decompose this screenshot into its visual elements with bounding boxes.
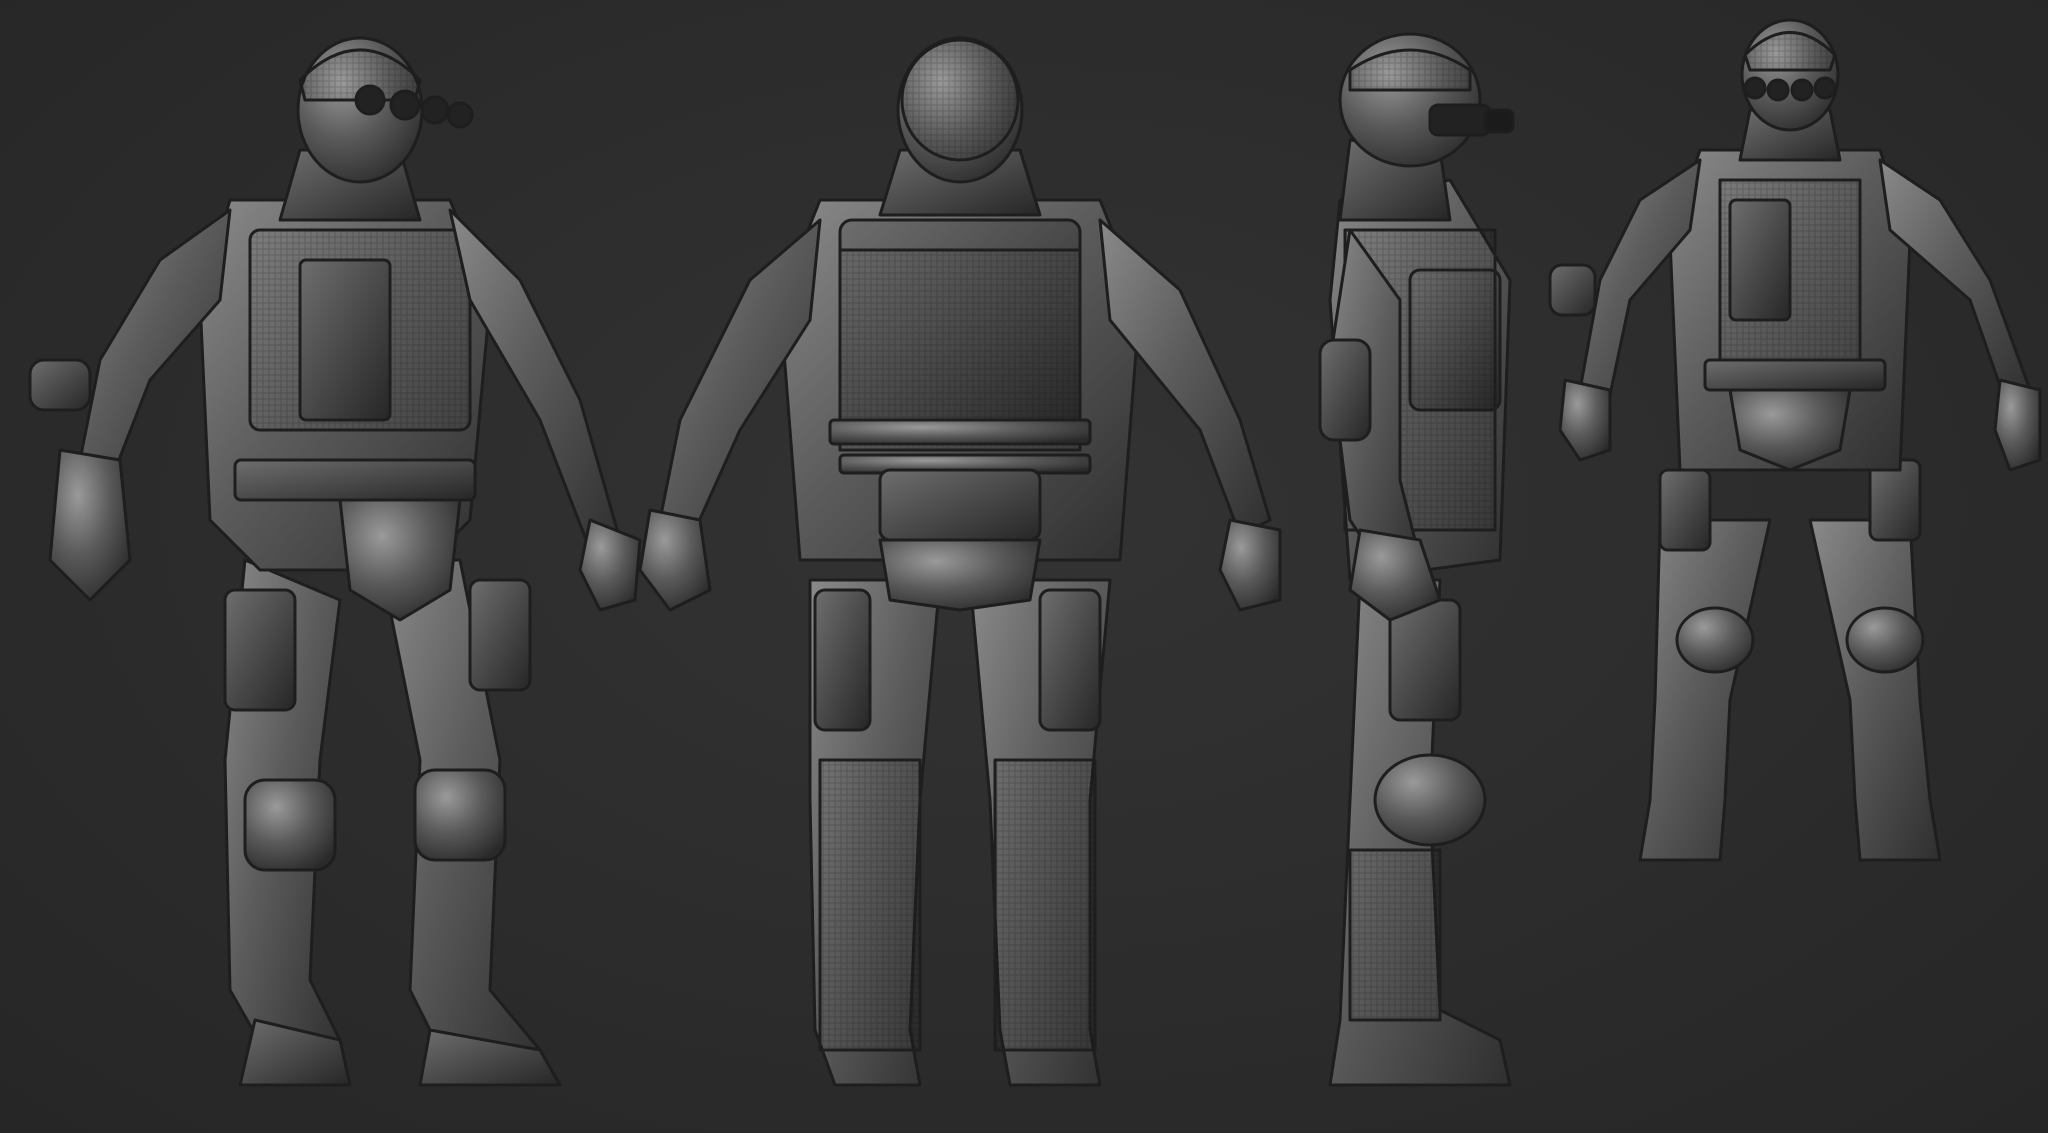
render-viewport <box>0 0 2048 1133</box>
figure-back <box>638 36 1282 1087</box>
figure-side <box>1318 32 1515 1087</box>
figure-front <box>1548 18 2042 862</box>
figure-front-three-quarter <box>28 36 642 1087</box>
